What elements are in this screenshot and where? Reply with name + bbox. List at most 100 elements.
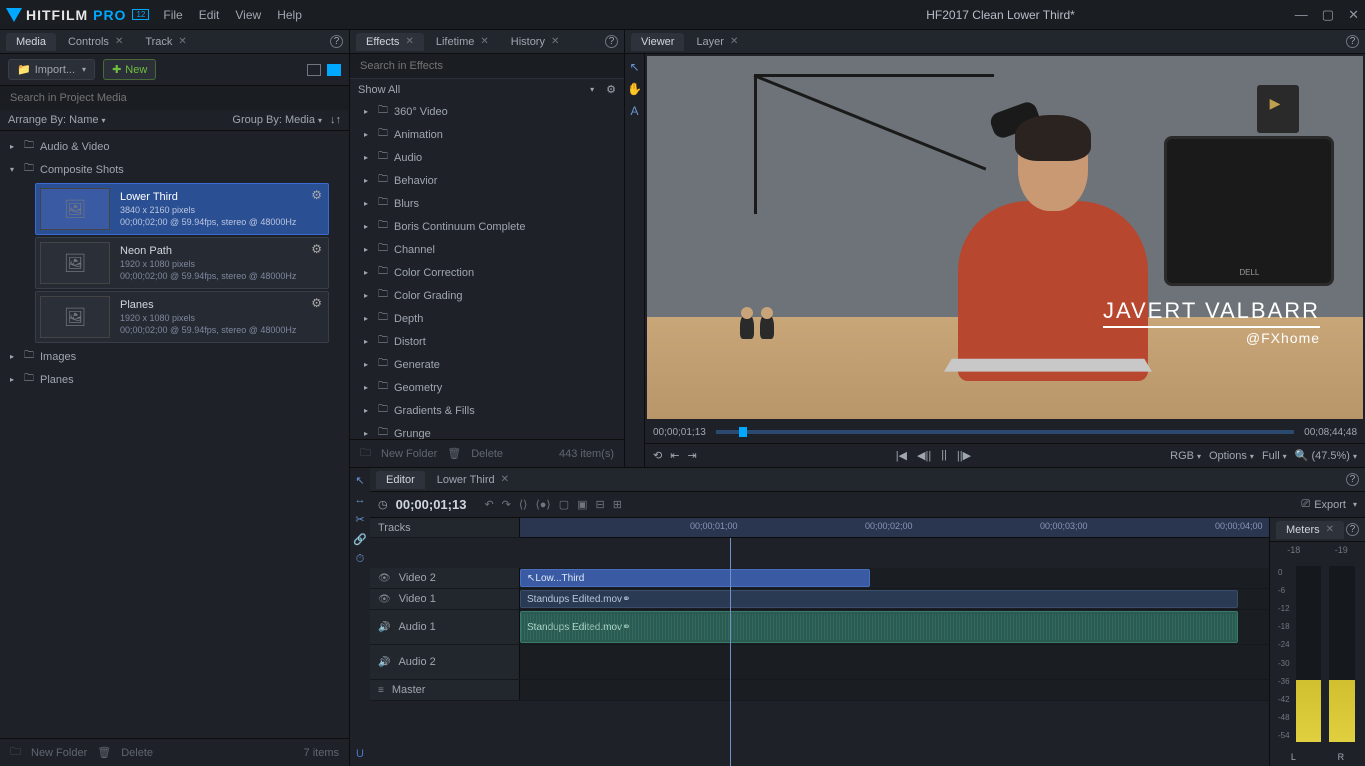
export-button[interactable]: ⎚Export▾ [1301,498,1357,511]
menu-edit[interactable]: Edit [199,8,220,22]
show-all-dropdown[interactable]: Show All▾⚙ [350,78,624,100]
chevron-down-icon[interactable]: ▾ [318,116,322,125]
effect-category[interactable]: ▸🗀Audio [350,146,624,169]
quality-dropdown[interactable]: Full▾ [1262,450,1287,462]
clip-standups-video[interactable]: Standups Edited.mov ⚭ [520,590,1238,608]
help-icon[interactable]: ? [1346,523,1359,536]
timecode[interactable]: 00;00;01;13 [396,497,467,512]
track-audio-2[interactable]: 🔊Audio 2 [370,645,1269,680]
speaker-icon[interactable]: 🔊 [378,657,390,668]
redo-icon[interactable]: ↷ [502,498,511,511]
options-dropdown[interactable]: Options▾ [1209,450,1254,462]
snap-tool-icon[interactable]: U [356,748,364,760]
delete-button[interactable]: Delete [121,747,153,759]
help-icon[interactable]: ? [605,35,618,48]
close-icon[interactable]: ✕ [480,36,488,47]
tab-history[interactable]: History✕ [501,33,570,51]
maximize-button[interactable]: ▢ [1322,7,1334,23]
new-folder-button[interactable]: New Folder [381,448,437,460]
chevron-down-icon[interactable]: ▾ [102,116,106,125]
tab-media[interactable]: Media [6,33,56,51]
tab-editor[interactable]: Editor [376,471,425,489]
effects-search-input[interactable] [350,54,624,78]
step-back-button[interactable]: ◀|| [917,449,931,462]
hand-tool-icon[interactable]: ✋ [627,82,642,96]
effect-category[interactable]: ▸🗀Geometry [350,376,624,399]
close-icon[interactable]: ✕ [115,36,123,47]
extract-icon[interactable]: ⊞ [613,498,622,511]
new-button[interactable]: ✚New [103,59,156,80]
effect-category[interactable]: ▸🗀Generate [350,353,624,376]
tab-layer[interactable]: Layer✕ [686,33,748,51]
folder-composite-shots[interactable]: ▾🗀Composite Shots [0,158,349,181]
effect-category[interactable]: ▸🗀Boris Continuum Complete [350,215,624,238]
close-icon[interactable]: ✕ [551,36,559,47]
arrange-dropdown[interactable]: Name [69,114,98,126]
effect-category[interactable]: ▸🗀Color Correction [350,261,624,284]
next-frame-button[interactable]: ||▶ [957,449,971,462]
close-icon[interactable]: ✕ [730,36,738,47]
lift-icon[interactable]: ⊟ [596,498,605,511]
close-button[interactable]: ✕ [1348,7,1359,23]
menu-help[interactable]: Help [277,8,302,22]
gear-icon[interactable]: ⚙ [606,83,616,96]
scrub-bar[interactable] [716,430,1294,434]
help-icon[interactable]: ? [1346,473,1359,486]
text-tool-icon[interactable]: A [630,104,638,118]
minimize-button[interactable]: — [1295,7,1308,23]
select-tool-icon[interactable]: ↖ [355,474,364,487]
gear-icon[interactable]: ⚙ [311,242,322,256]
new-folder-button[interactable]: New Folder [31,747,87,759]
tab-track[interactable]: Track✕ [135,33,196,51]
track-audio-1[interactable]: 🔊Audio 1 Standups Edited.mov ⚭ [370,610,1269,645]
edit-icon[interactable]: ⟨⟩ [519,498,528,511]
prev-frame-button[interactable]: |◀ [896,449,907,462]
tab-lower-third-comp[interactable]: Lower Third✕ [427,471,519,489]
close-icon[interactable]: ✕ [178,36,186,47]
overwrite-icon[interactable]: ▣ [577,498,587,511]
preview-canvas[interactable]: JAVERT VALBARR @FXhome [647,56,1363,419]
media-search-input[interactable] [0,86,349,110]
effect-category[interactable]: ▸🗀Blurs [350,192,624,215]
volume-icon[interactable]: ≡ [378,685,384,696]
clip-neon-path[interactable]: 🖼 Neon Path 1920 x 1080 pixels 00;00;02;… [35,237,329,289]
tab-effects[interactable]: Effects✕ [356,33,424,51]
hand-tool-icon[interactable]: ↔ [355,494,366,506]
group-dropdown[interactable]: Media [285,114,315,126]
tab-lifetime[interactable]: Lifetime✕ [426,33,499,51]
delete-button[interactable]: Delete [471,448,503,460]
colorspace-dropdown[interactable]: RGB▾ [1170,450,1201,462]
track-video-2[interactable]: 👁Video 2 ↖ Low...Third [370,568,1269,589]
insert-icon[interactable]: ▢ [559,498,569,511]
effect-category[interactable]: ▸🗀Gradients & Fills [350,399,624,422]
eye-icon[interactable]: 👁 [378,594,391,605]
undo-icon[interactable]: ↶ [484,498,493,511]
in-point-icon[interactable]: ⇤ [670,449,679,462]
gear-icon[interactable]: ⚙ [311,188,322,202]
rate-tool-icon[interactable]: ⏱ [356,553,365,566]
speaker-icon[interactable]: 🔊 [378,622,390,633]
clip-planes[interactable]: 🖼 Planes 1920 x 1080 pixels 00;00;02;00 … [35,291,329,343]
effect-category[interactable]: ▸🗀Animation [350,123,624,146]
sort-icon[interactable]: ↓↑ [330,114,341,126]
play-button[interactable]: || [941,449,947,462]
eye-icon[interactable]: 👁 [378,573,391,584]
zoom-control[interactable]: 🔍 (47.5%)▾ [1295,449,1357,462]
folder-audio-video[interactable]: ▸🗀Audio & Video [0,135,349,158]
clip-lower-third[interactable]: 🖼 Lower Third 3840 x 2160 pixels 00;00;0… [35,183,329,235]
menu-view[interactable]: View [235,8,261,22]
menu-file[interactable]: File [163,8,182,22]
effect-category[interactable]: ▸🗀360° Video [350,100,624,123]
tab-controls[interactable]: Controls✕ [58,33,133,51]
effect-category[interactable]: ▸🗀Depth [350,307,624,330]
help-icon[interactable]: ? [330,35,343,48]
effect-category[interactable]: ▸🗀Channel [350,238,624,261]
clip-standups-audio[interactable]: Standups Edited.mov ⚭ [520,611,1238,643]
loop-icon[interactable]: ⟲ [653,449,662,462]
import-button[interactable]: 📁Import...▾ [8,59,95,80]
view-list-icon[interactable] [327,64,341,76]
slice-tool-icon[interactable]: ✂ [355,513,364,526]
tab-viewer[interactable]: Viewer [631,33,684,51]
out-point-icon[interactable]: ⇥ [687,449,696,462]
timeline-ruler[interactable]: 00;00;01;00 00;00;02;00 00;00;03;00 00;0… [520,518,1269,538]
